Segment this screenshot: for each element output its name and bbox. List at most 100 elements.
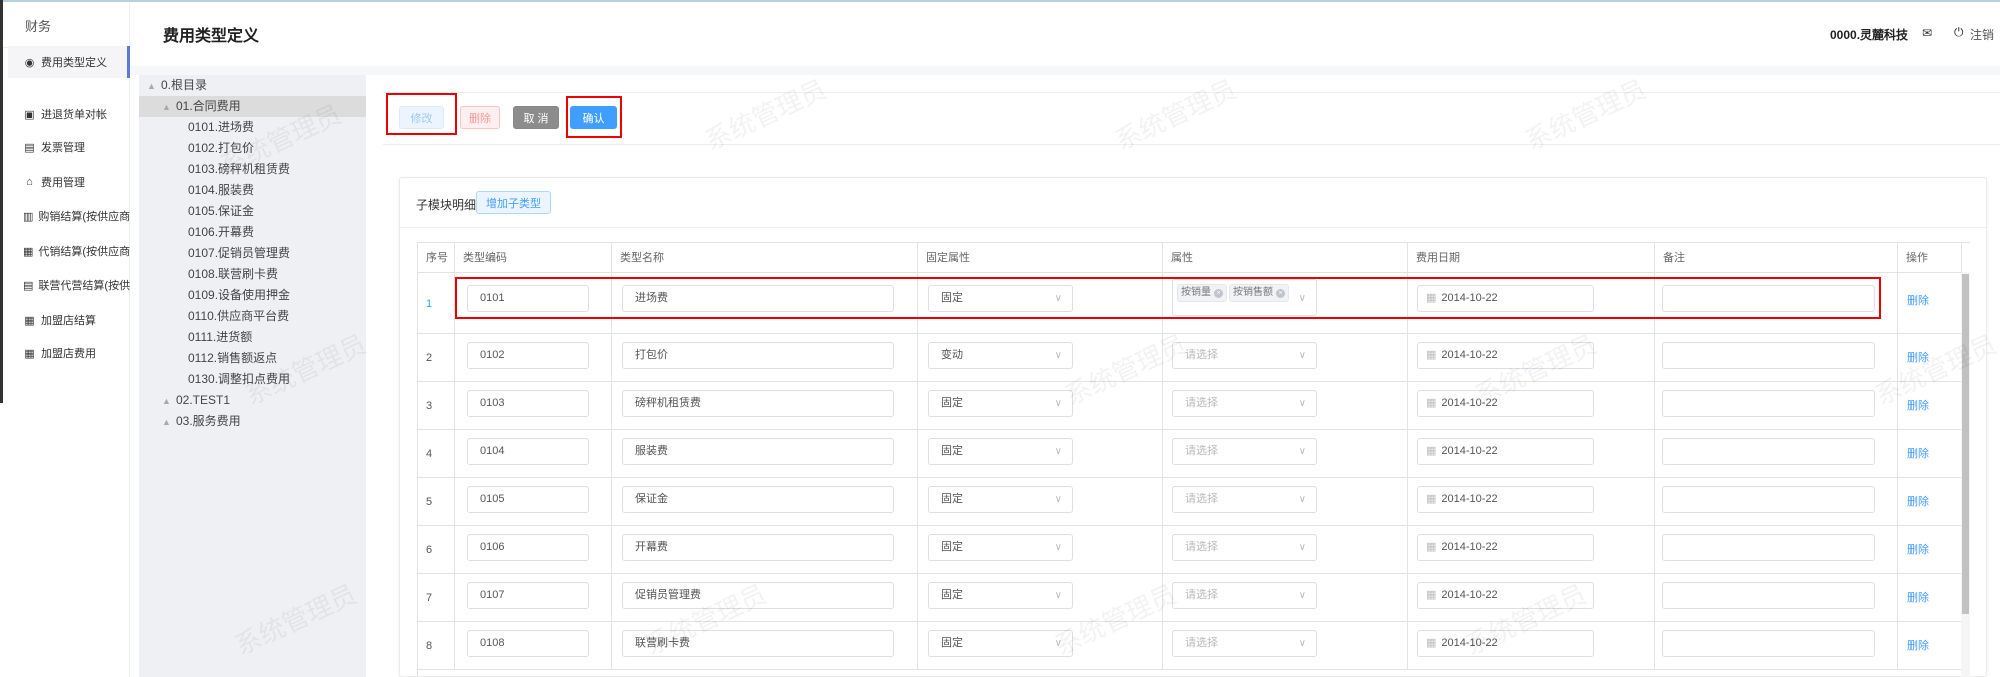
- tree-node[interactable]: 0102.打包价: [139, 138, 366, 159]
- sidebar-item[interactable]: ▦ 加盟店费用: [8, 337, 130, 369]
- attribute-select[interactable]: 请选择 ∨: [1172, 582, 1317, 609]
- expense-date-picker[interactable]: ▦ 2014-10-22: [1417, 390, 1594, 417]
- row-delete-link[interactable]: 删除: [1907, 541, 1929, 557]
- row-delete-link[interactable]: 删除: [1907, 397, 1929, 413]
- row-delete-link[interactable]: 删除: [1907, 349, 1929, 365]
- remark-input[interactable]: [1662, 534, 1875, 561]
- tree-node[interactable]: ▲ 01.合同费用: [139, 96, 366, 117]
- tree-node[interactable]: 0104.服装费: [139, 180, 366, 201]
- calendar-icon: ▦: [1426, 349, 1437, 361]
- row-delete-link[interactable]: 删除: [1907, 589, 1929, 605]
- cancel-button[interactable]: 取 消: [513, 106, 559, 129]
- tree-node[interactable]: 0112.销售额返点: [139, 348, 366, 369]
- sidebar-item[interactable]: ▦ 加盟店结算: [8, 304, 130, 336]
- remark-input[interactable]: [1662, 630, 1875, 657]
- row-delete-link[interactable]: 删除: [1907, 637, 1929, 653]
- row-delete-link[interactable]: 删除: [1907, 292, 1929, 308]
- attribute-placeholder: 请选择: [1185, 445, 1218, 457]
- type-code-input[interactable]: 0106: [467, 534, 589, 561]
- attribute-select[interactable]: 请选择 ∨: [1172, 390, 1317, 417]
- type-name-input[interactable]: 磅秤机租赁费: [622, 390, 894, 417]
- tree-node[interactable]: 0105.保证金: [139, 201, 366, 222]
- expense-date-picker[interactable]: ▦ 2014-10-22: [1417, 534, 1594, 561]
- remark-input[interactable]: [1662, 285, 1875, 312]
- type-name-input[interactable]: 联营刷卡费: [622, 630, 894, 657]
- expense-date-picker[interactable]: ▦ 2014-10-22: [1417, 486, 1594, 513]
- tree-node[interactable]: 0107.促销员管理费: [139, 243, 366, 264]
- remark-input[interactable]: [1662, 390, 1875, 417]
- expense-date-picker[interactable]: ▦ 2014-10-22: [1417, 285, 1594, 312]
- fixed-attribute-select[interactable]: 固定 ∨: [928, 285, 1073, 312]
- scrollbar-thumb[interactable]: [1962, 274, 1969, 614]
- type-name-input[interactable]: 开幕费: [622, 534, 894, 561]
- remark-input[interactable]: [1662, 486, 1875, 513]
- tree-node[interactable]: 0130.调整扣点费用: [139, 369, 366, 390]
- logout-link[interactable]: 注销: [1970, 26, 1994, 43]
- type-code-input[interactable]: 0101: [467, 285, 589, 312]
- remove-tag-icon[interactable]: ×: [1276, 289, 1285, 298]
- expense-date-picker[interactable]: ▦ 2014-10-22: [1417, 342, 1594, 369]
- fixed-attribute-select[interactable]: 变动 ∨: [928, 342, 1073, 369]
- type-name-input[interactable]: 促销员管理费: [622, 582, 894, 609]
- confirm-button[interactable]: 确认: [570, 106, 617, 129]
- tree-node[interactable]: 0103.磅秤机租赁费: [139, 159, 366, 180]
- attribute-select[interactable]: 请选择 ∨: [1172, 630, 1317, 657]
- sidebar-item[interactable]: ▣ 进退货单对帐: [8, 98, 130, 130]
- expense-date-picker[interactable]: ▦ 2014-10-22: [1417, 438, 1594, 465]
- remark-input[interactable]: [1662, 582, 1875, 609]
- tree-node[interactable]: ▲ 03.服务费用: [139, 411, 366, 432]
- folder-icon: ▲: [162, 102, 171, 112]
- expense-date-picker[interactable]: ▦ 2014-10-22: [1417, 582, 1594, 609]
- sidebar-item[interactable]: ▥ 购销结算(按供应商): [8, 200, 130, 232]
- power-icon[interactable]: ⏻: [1954, 25, 1964, 40]
- attribute-select[interactable]: 请选择 ∨: [1172, 342, 1317, 369]
- row-delete-link[interactable]: 删除: [1907, 445, 1929, 461]
- type-name-input[interactable]: 进场费: [622, 285, 894, 312]
- type-name-input[interactable]: 打包价: [622, 342, 894, 369]
- type-name-input[interactable]: 保证金: [622, 486, 894, 513]
- remove-tag-icon[interactable]: ×: [1214, 289, 1223, 298]
- attribute-select[interactable]: 请选择 ∨: [1172, 534, 1317, 561]
- attribute-multiselect[interactable]: 按销量 × 按销售额 × ∨: [1172, 279, 1317, 316]
- tree-node[interactable]: ▲ 0.根目录: [139, 75, 366, 96]
- calendar-icon: ▦: [1426, 589, 1437, 601]
- edit-button[interactable]: 修改: [399, 106, 444, 129]
- type-name-input[interactable]: 服装费: [622, 438, 894, 465]
- tree-node[interactable]: 0108.联营刷卡费: [139, 264, 366, 285]
- type-code-input[interactable]: 0105: [467, 486, 589, 513]
- expense-date-picker[interactable]: ▦ 2014-10-22: [1417, 630, 1594, 657]
- delete-button[interactable]: 删除: [460, 106, 500, 129]
- attribute-select[interactable]: 请选择 ∨: [1172, 438, 1317, 465]
- type-code-input[interactable]: 0104: [467, 438, 589, 465]
- remark-input[interactable]: [1662, 438, 1875, 465]
- mail-icon[interactable]: ✉: [1922, 26, 1932, 40]
- tree-node[interactable]: 0109.设备使用押金: [139, 285, 366, 306]
- fixed-attribute-select[interactable]: 固定 ∨: [928, 630, 1073, 657]
- sidebar-item[interactable]: ▦ 代销结算(按供应商): [8, 235, 130, 267]
- type-code-input[interactable]: 0108: [467, 630, 589, 657]
- type-code-input[interactable]: 0103: [467, 390, 589, 417]
- sidebar-item[interactable]: ⌂ 费用管理: [8, 166, 130, 198]
- sidebar-item[interactable]: ▤ 发票管理: [8, 131, 130, 163]
- add-subtype-button[interactable]: 增加子类型: [476, 191, 551, 214]
- chevron-down-icon: ∨: [1298, 293, 1306, 304]
- tree-node[interactable]: 0101.进场费: [139, 117, 366, 138]
- fixed-attribute-select[interactable]: 固定 ∨: [928, 390, 1073, 417]
- tree-node[interactable]: 0111.进货额: [139, 327, 366, 348]
- chevron-down-icon: ∨: [1054, 542, 1062, 553]
- fixed-attribute-select[interactable]: 固定 ∨: [928, 486, 1073, 513]
- sidebar-item[interactable]: ▤ 联营代营结算(按供…: [8, 269, 130, 301]
- sidebar-item[interactable]: ◉ 费用类型定义: [8, 46, 130, 78]
- fixed-attribute-select[interactable]: 固定 ∨: [928, 438, 1073, 465]
- fixed-attribute-select[interactable]: 固定 ∨: [928, 582, 1073, 609]
- company-name[interactable]: 0000.灵麓科技: [1830, 26, 1908, 43]
- fixed-attribute-select[interactable]: 固定 ∨: [928, 534, 1073, 561]
- row-delete-link[interactable]: 删除: [1907, 493, 1929, 509]
- tree-node[interactable]: ▲ 02.TEST1: [139, 390, 366, 411]
- tree-node[interactable]: 0110.供应商平台费: [139, 306, 366, 327]
- tree-node[interactable]: 0106.开幕费: [139, 222, 366, 243]
- attribute-select[interactable]: 请选择 ∨: [1172, 486, 1317, 513]
- type-code-input[interactable]: 0107: [467, 582, 589, 609]
- remark-input[interactable]: [1662, 342, 1875, 369]
- type-code-input[interactable]: 0102: [467, 342, 589, 369]
